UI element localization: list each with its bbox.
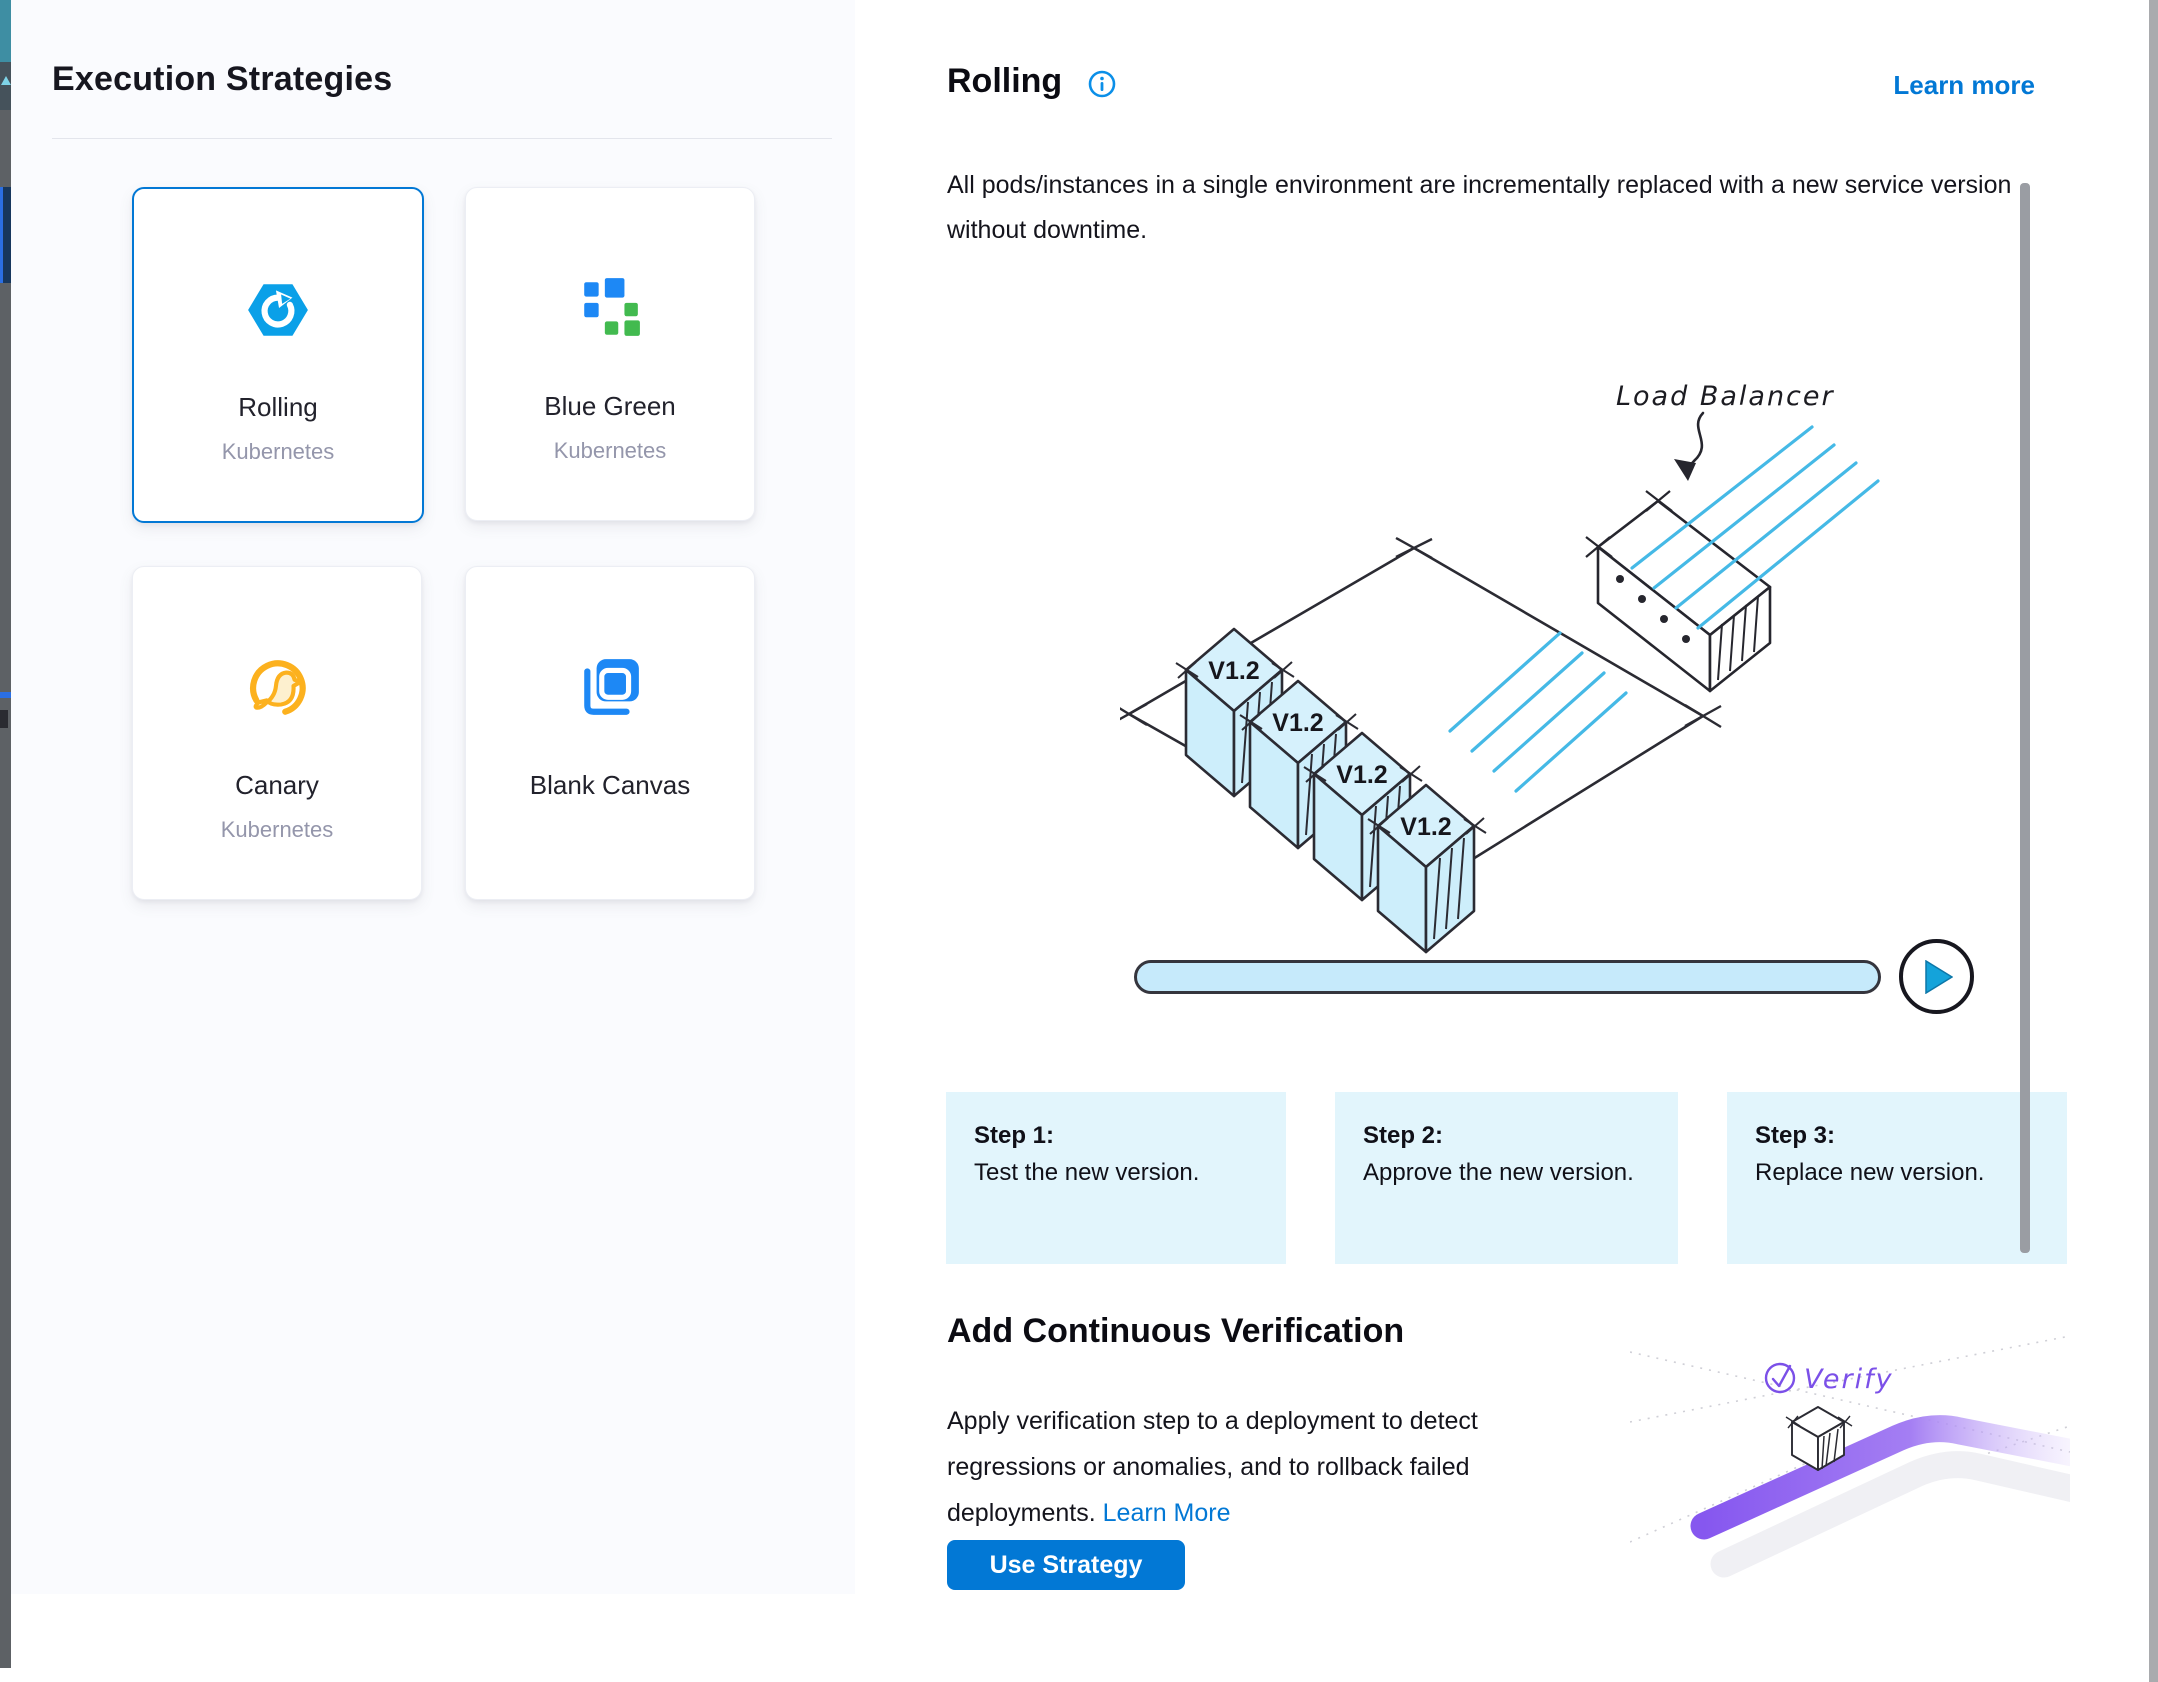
content-scrollbar-thumb[interactable] [2020, 183, 2030, 1253]
use-strategy-button[interactable]: Use Strategy [947, 1540, 1185, 1590]
canary-icon [244, 655, 310, 721]
continuous-verification-body: Apply verification step to a deployment … [947, 1398, 1559, 1536]
background-header-strip [0, 0, 11, 62]
strategy-description: All pods/instances in a single environme… [947, 163, 2039, 253]
strategy-card-sublabel: Kubernetes [133, 817, 421, 843]
step-title: Step 1: [974, 1122, 1286, 1150]
strategy-card-label: Blue Green [466, 391, 754, 422]
cube-version-label: V1.2 [1272, 709, 1323, 737]
background-bottom-strip [0, 1668, 11, 1682]
load-balancer-label: Load Balancer [1616, 381, 1835, 412]
verify-label: Verify [1804, 1364, 1894, 1395]
page-title: Execution Strategies [52, 60, 392, 99]
step-title: Step 2: [1363, 1122, 1678, 1150]
background-mark-strip [0, 710, 8, 728]
continuous-verification-heading: Add Continuous Verification [947, 1312, 1404, 1351]
strategy-card-label: Canary [133, 770, 421, 801]
background-divider-strip [0, 692, 11, 698]
strategy-card-blank-canvas[interactable]: Blank Canvas [465, 566, 755, 900]
animation-progress-bar[interactable] [1134, 960, 1881, 994]
step-text: Test the new version. [974, 1159, 1286, 1187]
background-logo-icon [1, 76, 11, 85]
cube-version-label: V1.2 [1336, 761, 1387, 789]
rolling-deployment-illustration: V1.2 V1.2 V1.2 V1.2 Load Balancer [1120, 355, 2120, 975]
verify-step-illustration: Verify [1630, 1330, 2070, 1630]
play-button[interactable] [1899, 939, 1974, 1014]
step-text: Approve the new version. [1363, 1159, 1678, 1187]
background-logo-strip [0, 62, 11, 110]
learn-more-link[interactable]: Learn more [1845, 70, 2035, 101]
strategy-card-canary[interactable]: Canary Kubernetes [132, 566, 422, 900]
rolling-icon [245, 277, 311, 343]
execution-strategies-panel: Execution Strategies Rolling Kubernetes [11, 0, 855, 1594]
strategy-card-rolling[interactable]: Rolling Kubernetes [132, 187, 424, 523]
strategy-card-blue-green[interactable]: Blue Green Kubernetes [465, 187, 755, 521]
learn-more-secondary-link[interactable]: Learn More [1103, 1499, 1231, 1527]
step-card: Step 1: Test the new version. [946, 1092, 1286, 1264]
step-card: Step 3: Replace new version. [1727, 1092, 2067, 1264]
verify-check-icon [1766, 1364, 1794, 1392]
cube-version-label: V1.2 [1400, 813, 1451, 841]
strategy-card-label: Blank Canvas [466, 770, 754, 801]
strategy-card-sublabel: Kubernetes [466, 438, 754, 464]
info-icon[interactable] [1088, 70, 1116, 98]
title-divider [52, 138, 832, 139]
cube-version-label: V1.2 [1208, 657, 1259, 685]
background-page-edge [0, 0, 11, 1682]
strategy-detail-title: Rolling [947, 62, 1062, 101]
step-card: Step 2: Approve the new version. [1335, 1092, 1678, 1264]
window-scrollbar-thumb[interactable] [2149, 0, 2158, 1682]
strategy-card-label: Rolling [134, 392, 422, 423]
play-icon [1925, 960, 1953, 994]
blank-canvas-icon [577, 655, 643, 721]
background-nav-item-strip [0, 187, 11, 283]
strategy-card-sublabel: Kubernetes [134, 439, 422, 465]
blue-green-icon [577, 276, 643, 342]
